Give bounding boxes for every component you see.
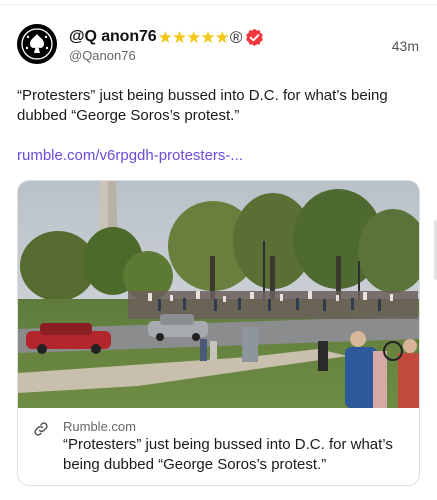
post-link[interactable]: rumble.com/v6rpgdh-protesters-... (17, 147, 243, 164)
star-icon: ★ (200, 27, 216, 47)
post-timestamp[interactable]: 43m (392, 38, 419, 54)
card-title[interactable]: “Protesters” just being bussed into D.C.… (63, 435, 408, 475)
post: @Q anon76 ★ ★ ★ ★ ★ ® @Qanon76 43m “Prot… (0, 0, 437, 500)
star-icon: ★ (171, 27, 188, 47)
name-row: @Q anon76 ★ ★ ★ ★ ★ ® (69, 26, 264, 48)
star-icon: ★ (214, 27, 230, 47)
card-footer[interactable]: Rumble.com “Protesters” just being busse… (18, 408, 419, 485)
star-icon: ★ (157, 27, 173, 47)
avatar-logo-icon (17, 24, 57, 64)
link-icon (34, 422, 48, 436)
post-text: “Protesters” just being bussed into D.C.… (17, 87, 388, 124)
card-domain: Rumble.com (63, 419, 136, 434)
display-name[interactable]: @Q anon76 (69, 28, 157, 46)
registered-mark: ® (229, 27, 243, 47)
star-icon: ★ (186, 27, 202, 47)
protest-photo[interactable] (18, 181, 419, 408)
star-badges: ★ ★ ★ ★ ★ (157, 27, 230, 47)
avatar[interactable] (17, 24, 57, 64)
link-preview-card[interactable]: Rumble.com “Protesters” just being busse… (17, 180, 420, 486)
verified-badge-icon (246, 28, 264, 46)
scrollbar[interactable] (433, 0, 437, 500)
user-handle[interactable]: @Qanon76 (69, 48, 136, 63)
